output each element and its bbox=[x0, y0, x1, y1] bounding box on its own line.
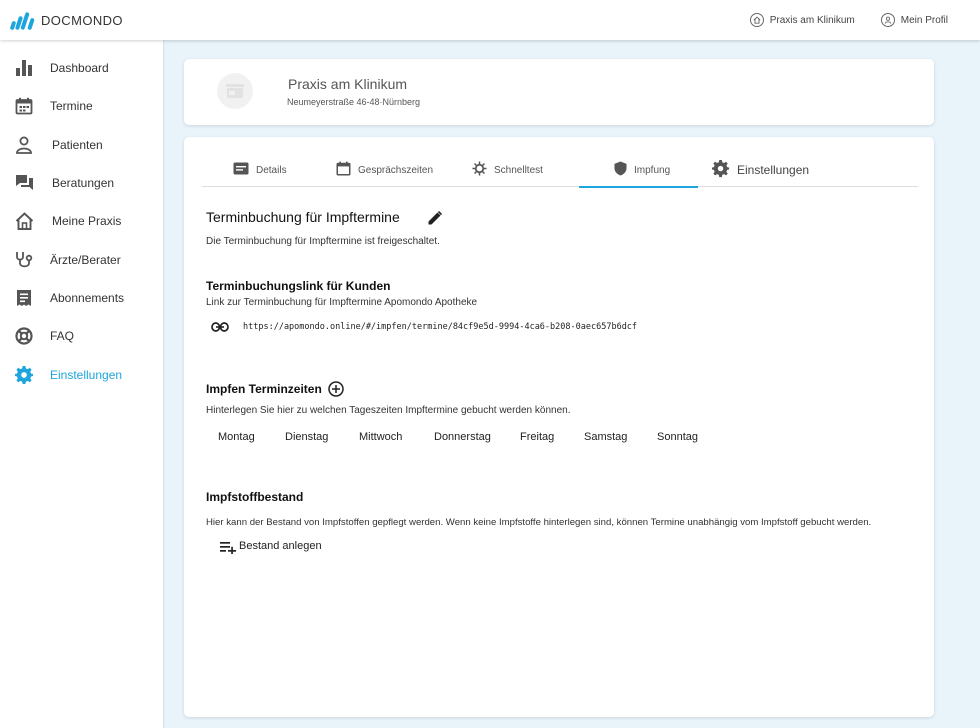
pencil-icon[interactable] bbox=[427, 210, 443, 226]
terminzeiten-title: Impfen Terminzeiten bbox=[206, 382, 322, 396]
sidebar-item-faq[interactable]: FAQ bbox=[0, 321, 163, 351]
profile-link[interactable]: Mein Profil bbox=[880, 13, 948, 27]
sidebar-item-termine[interactable]: Termine bbox=[0, 91, 163, 121]
chat-icon bbox=[14, 173, 34, 193]
gear-icon bbox=[14, 365, 34, 385]
card-icon bbox=[233, 162, 249, 178]
sidebar-item-label: Abonnements bbox=[50, 291, 125, 305]
tab-details[interactable]: Details bbox=[233, 153, 287, 187]
lifebuoy-icon bbox=[14, 326, 34, 346]
tab-label: Impfung bbox=[634, 164, 671, 176]
calendar-icon bbox=[336, 161, 351, 179]
tab-impfung[interactable]: Impfung bbox=[578, 153, 699, 188]
bar-chart-icon bbox=[14, 58, 34, 78]
sidebar-item-label: Termine bbox=[50, 99, 93, 113]
day-mittwoch[interactable]: Mittwoch bbox=[359, 431, 402, 443]
house-icon bbox=[14, 211, 34, 231]
day-dienstag[interactable]: Dienstag bbox=[285, 431, 328, 443]
terminbuchung-status: Die Terminbuchung für Impftermine ist fr… bbox=[206, 236, 440, 247]
sidebar-item-label: Patienten bbox=[52, 138, 103, 152]
day-donnerstag[interactable]: Donnerstag bbox=[434, 431, 491, 443]
person-icon bbox=[14, 135, 34, 155]
kundenlink-desc: Link zur Terminbuchung für Impftermine A… bbox=[206, 297, 478, 308]
impfstoffbestand-desc: Hier kann der Bestand von Impfstoffen ge… bbox=[206, 517, 872, 528]
praxis-name: Praxis am Klinikum bbox=[288, 76, 408, 92]
sidebar-item-abonnements[interactable]: Abonnements bbox=[0, 283, 163, 313]
top-bar: DOCMONDO Praxis am Klinikum Mein Profil bbox=[0, 0, 980, 40]
praxis-header-card: Praxis am Klinikum Neumeyerstraße 46-48·… bbox=[184, 59, 934, 125]
calendar-icon bbox=[14, 96, 34, 116]
terminbuchung-title: Terminbuchung für Impftermine bbox=[206, 209, 400, 225]
sidebar: Dashboard Termine Patienten Beratungen M… bbox=[0, 40, 163, 728]
sidebar-item-meine-praxis[interactable]: Meine Praxis bbox=[0, 206, 163, 236]
day-montag[interactable]: Montag bbox=[218, 431, 255, 443]
gear-icon bbox=[712, 159, 730, 181]
person-icon bbox=[880, 13, 895, 27]
sidebar-item-dashboard[interactable]: Dashboard bbox=[0, 53, 163, 83]
day-freitag[interactable]: Freitag bbox=[520, 431, 554, 443]
impfstoffbestand-title: Impfstoffbestand bbox=[206, 490, 304, 504]
sidebar-item-label: Ärzte/Berater bbox=[50, 253, 121, 267]
praxis-address: Neumeyerstraße 46-48·Nürnberg bbox=[287, 97, 421, 107]
praxis-link[interactable]: Praxis am Klinikum bbox=[749, 13, 855, 27]
tab-einstellungen[interactable]: Einstellungen bbox=[712, 153, 809, 187]
sidebar-item-beratungen[interactable]: Beratungen bbox=[0, 168, 163, 198]
logo-text: DOCMONDO bbox=[41, 12, 123, 28]
store-icon bbox=[226, 84, 244, 98]
receipt-icon bbox=[14, 288, 34, 308]
playlist-add-icon[interactable] bbox=[219, 540, 236, 554]
tab-label: Einstellungen bbox=[737, 163, 810, 177]
kundenlink-title: Terminbuchungslink für Kunden bbox=[206, 279, 391, 293]
terminzeiten-desc: Hinterlegen Sie hier zu welchen Tageszei… bbox=[206, 405, 571, 416]
bestand-anlegen-button[interactable]: Bestand anlegen bbox=[239, 540, 322, 552]
add-circle-icon[interactable] bbox=[328, 381, 344, 397]
link-icon bbox=[211, 321, 229, 333]
sidebar-item-label: Beratungen bbox=[52, 176, 115, 190]
sidebar-item-aerzte-berater[interactable]: Ärzte/Berater bbox=[0, 245, 163, 275]
house-icon bbox=[749, 13, 764, 27]
sidebar-item-einstellungen[interactable]: Einstellungen bbox=[0, 360, 163, 390]
avatar bbox=[217, 73, 253, 109]
sidebar-item-label: Dashboard bbox=[50, 61, 109, 75]
sidebar-item-label: FAQ bbox=[50, 329, 75, 343]
day-samstag[interactable]: Samstag bbox=[584, 431, 627, 443]
tab-bar: Details Gesprächszeiten Schnelltest Impf… bbox=[202, 153, 918, 188]
logo-mark-icon bbox=[9, 10, 35, 31]
stethoscope-icon bbox=[14, 250, 34, 270]
sidebar-item-patienten[interactable]: Patienten bbox=[0, 130, 163, 160]
main-card: Details Gesprächszeiten Schnelltest Impf… bbox=[184, 137, 934, 717]
profile-link-label: Mein Profil bbox=[900, 14, 948, 26]
sidebar-item-label: Meine Praxis bbox=[52, 214, 122, 228]
shield-icon bbox=[614, 161, 627, 179]
booking-link[interactable]: https://apomondo.online/#/impfen/termine… bbox=[243, 322, 637, 332]
virus-icon bbox=[472, 161, 487, 179]
praxis-link-label: Praxis am Klinikum bbox=[769, 14, 855, 26]
tab-gespraechszeiten[interactable]: Gesprächszeiten bbox=[336, 153, 433, 187]
logo[interactable]: DOCMONDO bbox=[9, 10, 123, 31]
sidebar-item-label: Einstellungen bbox=[50, 368, 123, 382]
tab-schnelltest[interactable]: Schnelltest bbox=[472, 153, 543, 187]
tab-label: Details bbox=[256, 164, 287, 176]
day-sonntag[interactable]: Sonntag bbox=[657, 431, 698, 443]
tab-label: Gesprächszeiten bbox=[358, 164, 434, 176]
tab-label: Schnelltest bbox=[494, 164, 543, 176]
